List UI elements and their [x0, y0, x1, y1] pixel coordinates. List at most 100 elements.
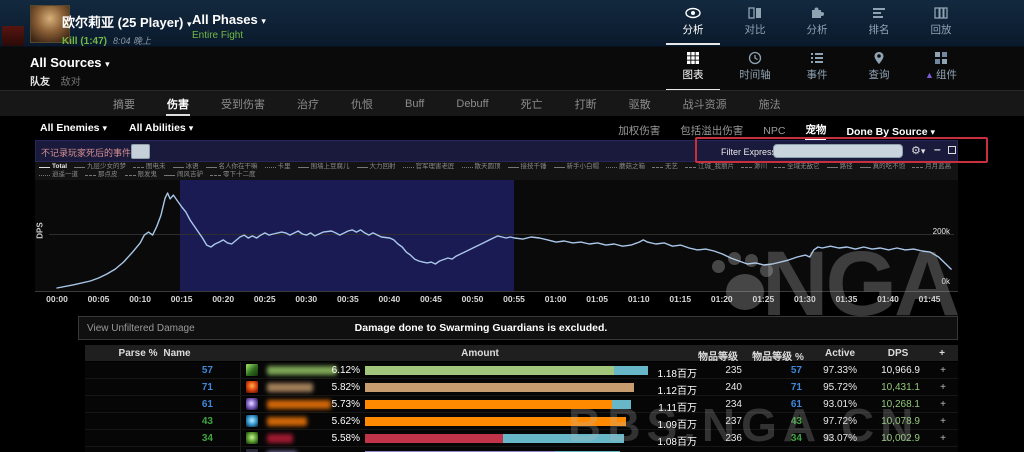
tab-10[interactable]: 战斗资源	[682, 90, 728, 118]
table-row[interactable]: 43 5.62% 1.09百万 237 43 97.72% 10,078.9 +	[85, 413, 958, 431]
legend-item[interactable]: 冰语	[172, 163, 199, 171]
legend-item[interactable]: 限发鬼	[124, 171, 157, 179]
legend-item[interactable]: 蘑菇之箱	[606, 163, 645, 171]
tab-5[interactable]: Buff	[404, 92, 425, 116]
tab-11[interactable]: 施法	[758, 90, 782, 118]
legend-item[interactable]: 新手小白帽	[553, 163, 599, 171]
legend-item[interactable]: 大力回射	[356, 163, 396, 171]
view-timeline[interactable]: 时间轴	[730, 51, 780, 90]
nav-analyze-2[interactable]: 分析	[792, 6, 842, 45]
class-spec-icon	[245, 431, 259, 445]
legend-item[interactable]: 那点皮	[85, 171, 118, 179]
tab-1[interactable]: 伤害	[166, 90, 190, 118]
nav-analyze[interactable]: 分析	[666, 6, 720, 45]
legend-item[interactable]: 江城_我丽片	[685, 163, 734, 171]
fight-title-dropdown[interactable]: 欧尔莉亚 (25 Player) ▾	[62, 12, 192, 31]
expand-row-button[interactable]: +	[935, 399, 951, 410]
all-enemies-dropdown[interactable]: All Enemies ▾	[40, 122, 107, 134]
view-unfiltered-link[interactable]: View Unfiltered Damage	[87, 323, 195, 334]
include-overkill-toggle[interactable]: 包括溢出伤害	[680, 123, 743, 140]
table-row[interactable]: 57 6.12% 1.18百万 235 57 97.33% 10,966.9 +	[85, 362, 958, 380]
legend-item[interactable]: 无艺	[652, 163, 678, 171]
legend-line-sample	[133, 166, 145, 168]
gear-icon[interactable]: ⚙▾	[911, 144, 925, 157]
tab-4[interactable]: 仇恨	[350, 90, 374, 118]
legend-item[interactable]: 真的吃不饱	[859, 163, 905, 171]
col-active[interactable]: Active	[825, 348, 855, 359]
table-row[interactable]: 61 5.73% 1.11百万 234 61 93.01% 10,268.1 +	[85, 396, 958, 414]
death-events-dropdown[interactable]: 不记录玩家死后的事件 ▾	[41, 146, 138, 159]
pets-toggle[interactable]: 宠物	[805, 122, 827, 141]
col-parse[interactable]: Parse %	[119, 348, 158, 359]
x-tick: 00:00	[46, 294, 68, 304]
death-cutoff-input[interactable]	[131, 144, 150, 159]
tab-3[interactable]: 治疗	[296, 90, 320, 118]
friendlies-toggle[interactable]: 队友	[30, 77, 50, 88]
legend-item[interactable]: 全域无敌它	[774, 163, 820, 171]
enemies-toggle[interactable]: 敌对	[61, 77, 81, 88]
legend-item[interactable]: 图电未	[133, 163, 166, 171]
blocks-icon	[916, 51, 966, 65]
replay-icon	[916, 6, 966, 20]
legend-item[interactable]: 零下十二度	[210, 171, 256, 179]
x-tick: 00:50	[461, 294, 484, 304]
tab-0[interactable]: 摘要	[112, 90, 136, 118]
expand-row-button[interactable]: +	[935, 365, 951, 376]
maximize-icon[interactable]	[948, 146, 956, 154]
legend-item[interactable]: Total	[39, 163, 67, 171]
all-sources-dropdown[interactable]: All Sources ▾	[30, 55, 110, 70]
tab-7[interactable]: 死亡	[520, 90, 544, 118]
legend-item[interactable]: 卡里	[264, 163, 291, 171]
nav-compare[interactable]: 对比	[730, 6, 780, 45]
col-amount[interactable]: Amount	[461, 348, 499, 359]
legend-item[interactable]: 闹风吉驴	[164, 171, 203, 179]
expand-row-button[interactable]: +	[935, 382, 951, 393]
col-plus[interactable]: +	[939, 348, 945, 359]
view-components[interactable]: ▲ 组件	[916, 51, 966, 90]
tab-2[interactable]: 受到伤害	[220, 90, 266, 118]
legend-item[interactable]: 路径	[826, 163, 853, 171]
col-ilvl-pct[interactable]: 物品等级 %	[752, 348, 804, 363]
table-row[interactable]: 34 5.58% 1.08百万 236 34 93.07% 10,002.9 +	[85, 430, 958, 448]
expand-row-button[interactable]: +	[935, 416, 951, 427]
col-dps[interactable]: DPS	[888, 348, 909, 359]
all-abilities-dropdown[interactable]: All Abilities ▾	[129, 122, 193, 134]
col-name[interactable]: Name	[163, 348, 190, 359]
x-tick: 01:40	[877, 294, 899, 304]
minimize-icon[interactable]: –	[934, 142, 941, 156]
legend-item[interactable]: 名人你在干嘛	[205, 163, 258, 171]
table-row[interactable]: 71 5.82% 1.12百万 240 71 95.72% 10,431.1 +	[85, 379, 958, 397]
x-tick: 00:20	[212, 294, 235, 304]
legend-item[interactable]: 九层少女的梦	[74, 163, 126, 171]
chevron-down-icon: ▾	[105, 59, 110, 69]
legend-item[interactable]: 月月蓝高	[912, 163, 951, 171]
legend-item[interactable]: 渺川	[741, 163, 767, 171]
npc-toggle[interactable]: NPC	[763, 125, 785, 139]
legend-item[interactable]: 接技千锤	[507, 163, 547, 171]
done-by-source-dropdown[interactable]: Done By Source ▾	[846, 126, 935, 138]
dps-plot[interactable]: DPS 200k 0k	[35, 180, 958, 292]
expand-row-button[interactable]: +	[935, 433, 951, 444]
legend-item[interactable]: 围墙上豆腐儿	[297, 163, 350, 171]
amount-value: 1.11百万	[658, 403, 697, 414]
parse-percent: 57	[201, 365, 213, 376]
tab-9[interactable]: 驱散	[628, 90, 652, 118]
chevron-down-icon: ▾	[920, 146, 926, 156]
view-events[interactable]: 事件	[792, 51, 842, 90]
nav-rankings[interactable]: 排名	[854, 6, 904, 45]
tab-6[interactable]: Debuff	[455, 92, 489, 116]
view-queries[interactable]: 查询	[854, 51, 904, 90]
filter-expression-input[interactable]	[773, 144, 903, 158]
phase-dropdown[interactable]: All Phases ▾	[192, 12, 266, 27]
nav-replay[interactable]: 回放	[916, 6, 966, 45]
legend-item[interactable]: 散天圆顶	[461, 163, 501, 171]
site-logo[interactable]	[2, 26, 24, 46]
legend-item[interactable]: 官军理害老匠	[402, 163, 455, 171]
legend-item[interactable]: 逍遥一道	[39, 171, 78, 179]
weighted-damage-toggle[interactable]: 加权伤害	[618, 123, 660, 140]
view-charts[interactable]: 图表	[666, 51, 720, 91]
tab-8[interactable]: 打断	[574, 90, 598, 118]
x-axis: 00:00 00:05 00:10 00:15 00:20 00:25 00:30 00:35…	[35, 292, 958, 306]
table-row[interactable]	[85, 447, 958, 452]
col-ilvl[interactable]: 物品等级	[698, 348, 738, 363]
